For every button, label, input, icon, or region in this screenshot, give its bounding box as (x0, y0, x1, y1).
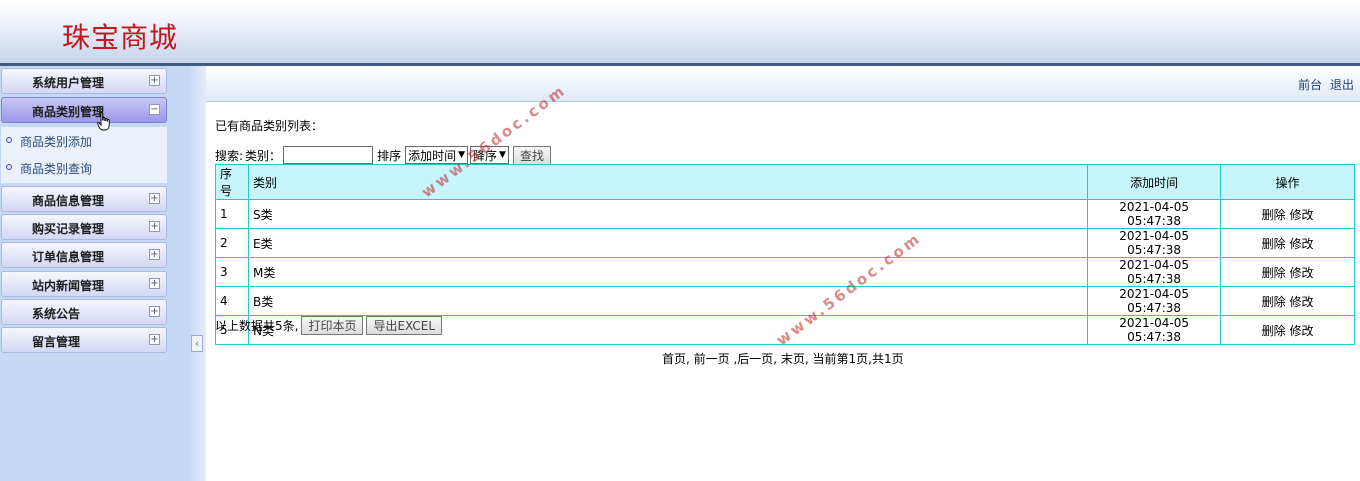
site-logo: 珠宝商城 (62, 21, 179, 54)
expand-icon[interactable]: + (149, 278, 160, 289)
sidebar-item-label: 商品信息管理 (32, 194, 105, 208)
sidebar-item-purchase-records[interactable]: 购买记录管理 + (1, 214, 167, 240)
logout-link[interactable]: 退出 (1330, 78, 1354, 92)
sidebar-item-label: 系统公告 (32, 307, 81, 321)
edit-link[interactable]: 修改 (1289, 208, 1313, 222)
sort-field-value: 添加时间 (408, 148, 457, 163)
sidebar-item-label: 订单信息管理 (32, 250, 105, 264)
edit-link[interactable]: 修改 (1289, 237, 1313, 251)
edit-link[interactable]: 修改 (1289, 324, 1313, 338)
cell-actions: 删除 修改 (1220, 228, 1355, 258)
search-button[interactable]: 查找 (512, 145, 551, 165)
expand-icon[interactable]: + (149, 334, 160, 345)
print-page-button[interactable]: 打印本页 (301, 316, 364, 335)
sidebar-item-orders[interactable]: 订单信息管理 + (1, 242, 167, 268)
total-count-text: 以上数据共5条, (215, 319, 299, 333)
cell-category: B类 (247, 286, 1089, 316)
main-topbar: 前台 退出 (206, 66, 1360, 102)
sidebar-edge (190, 66, 206, 481)
sidebar-item-announcements[interactable]: 系统公告 + (1, 299, 167, 325)
page-title: 已有商品类别列表： (215, 119, 324, 133)
sidebar-item-label: 商品类别管理 (32, 105, 105, 119)
sidebar-item-label: 站内新闻管理 (32, 279, 105, 293)
pagination[interactable]: 首页, 前一页 ,后一页, 末页, 当前第1页,共1页 (662, 350, 904, 367)
sidebar-item-system-users[interactable]: 系统用户管理 + (1, 68, 167, 94)
edit-link[interactable]: 修改 (1289, 266, 1313, 280)
edit-link[interactable]: 修改 (1289, 295, 1313, 309)
sidebar-collapse-button[interactable]: ‹ (191, 335, 203, 352)
search-bar: 搜索: 类别： 排序 添加时间 ▼ 降序 ▼ 查找 (215, 145, 551, 165)
sort-label: 排序 (377, 148, 402, 163)
cell-actions: 删除 修改 (1220, 257, 1355, 287)
cell-time: 2021-04-05 05:47:38 (1087, 228, 1222, 258)
sidebar-item-product-info[interactable]: 商品信息管理 + (1, 186, 167, 212)
expand-icon[interactable]: + (149, 249, 160, 260)
expand-icon[interactable]: + (149, 193, 160, 204)
sidebar-item-news[interactable]: 站内新闻管理 + (1, 271, 167, 297)
cell-no: 1 (215, 199, 249, 229)
expand-icon[interactable]: + (149, 306, 160, 317)
cell-time: 2021-04-05 05:47:38 (1087, 257, 1222, 287)
table-row: 4 B类 2021-04-05 05:47:38 删除 修改 (215, 286, 1355, 316)
sidebar-item-label: 系统用户管理 (32, 76, 105, 90)
category-search-input[interactable] (283, 146, 374, 164)
expand-icon[interactable]: + (149, 221, 160, 232)
cell-no: 4 (215, 286, 249, 316)
sidebar-item-label: 留言管理 (32, 335, 81, 349)
submenu-label[interactable]: 商品类别添加 (20, 133, 92, 150)
table-row: 1 S类 2021-04-05 05:47:38 删除 修改 (215, 199, 1355, 229)
table-row: 3 M类 2021-04-05 05:47:38 删除 修改 (215, 257, 1355, 287)
submenu-item-category-add[interactable]: 商品类别添加 (1, 127, 167, 153)
export-excel-button[interactable]: 导出EXCEL (366, 316, 443, 335)
table-row: 2 E类 2021-04-05 05:47:38 删除 修改 (215, 228, 1355, 258)
delete-link[interactable]: 删除 (1262, 237, 1286, 251)
cell-time: 2021-04-05 05:47:38 (1087, 199, 1222, 229)
cell-time: 2021-04-05 05:47:38 (1087, 315, 1222, 345)
hand-cursor-icon (97, 112, 110, 131)
cell-no: 2 (215, 228, 249, 258)
app-header: 珠宝商城 (0, 0, 1360, 63)
column-header-actions: 操作 (1220, 164, 1355, 200)
sidebar-item-category-management[interactable]: 商品类别管理 − (1, 97, 167, 123)
cell-actions: 删除 修改 (1220, 286, 1355, 316)
sidebar-item-label: 购买记录管理 (32, 222, 105, 236)
cell-category: E类 (247, 228, 1089, 258)
delete-link[interactable]: 删除 (1262, 208, 1286, 222)
collapse-icon[interactable]: − (149, 104, 160, 115)
category-label: 类别： (245, 148, 282, 163)
submenu-item-category-query[interactable]: 商品类别查询 (1, 154, 167, 180)
top-links: 前台 退出 (1294, 76, 1354, 93)
delete-link[interactable]: 删除 (1262, 324, 1286, 338)
delete-link[interactable]: 删除 (1262, 295, 1286, 309)
delete-link[interactable]: 删除 (1262, 266, 1286, 280)
cell-category: S类 (247, 199, 1089, 229)
bullet-icon (6, 137, 12, 143)
submenu-category: 商品类别添加 商品类别查询 (1, 127, 167, 183)
table-footer: 以上数据共5条, 打印本页 导出EXCEL (215, 316, 443, 335)
chevron-down-icon: ▼ (499, 150, 506, 160)
search-label: 搜索: (215, 148, 244, 163)
submenu-label[interactable]: 商品类别查询 (20, 160, 92, 177)
cell-actions: 删除 修改 (1220, 315, 1355, 345)
column-header-category: 类别 (247, 164, 1089, 200)
front-page-link[interactable]: 前台 (1298, 78, 1322, 92)
cell-category: M类 (247, 257, 1089, 287)
cell-time: 2021-04-05 05:47:38 (1087, 286, 1222, 316)
cell-no: 3 (215, 257, 249, 287)
bullet-icon (6, 164, 12, 170)
column-header-no: 序号 (215, 164, 249, 200)
table-header-row: 序号 类别 添加时间 操作 (215, 164, 1355, 200)
expand-icon[interactable]: + (149, 75, 160, 86)
cell-actions: 删除 修改 (1220, 199, 1355, 229)
sidebar-item-messages[interactable]: 留言管理 + (1, 327, 167, 353)
column-header-time: 添加时间 (1087, 164, 1222, 200)
